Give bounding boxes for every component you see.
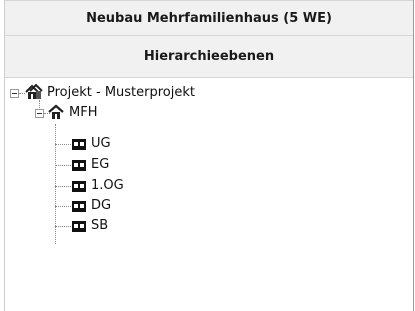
tree-item-floor[interactable]: 1.OG (91, 178, 124, 194)
tree-item-building[interactable]: MFH (69, 105, 97, 121)
tree-connector (55, 206, 71, 207)
panel-title: Neubau Mehrfamilienhaus (5 WE) (5, 0, 413, 36)
floor-icon (72, 139, 86, 150)
tree-item-root[interactable]: Projekt - Musterprojekt (47, 85, 195, 101)
panel-subtitle: Hierarchieebenen (5, 36, 413, 78)
tree-item-floor[interactable]: UG (91, 136, 111, 152)
tree-item-floor[interactable]: DG (91, 198, 111, 214)
tree-item-floor[interactable]: EG (91, 157, 109, 173)
house-icon (48, 104, 64, 119)
building-group-icon (25, 84, 43, 99)
tree-connector (55, 226, 71, 227)
tree-connector (39, 100, 40, 108)
tree-connector (55, 186, 71, 187)
hierarchy-panel: Neubau Mehrfamilienhaus (5 WE) Hierarchi… (4, 0, 414, 311)
tree-connector (55, 144, 71, 145)
floor-icon (72, 221, 86, 232)
floor-icon (72, 181, 86, 192)
tree-connector (55, 165, 71, 166)
hierarchy-tree: Projekt - Musterprojekt MFH UG EG 1.OG D… (5, 79, 413, 311)
floor-icon (72, 160, 86, 171)
collapse-building-toggle[interactable] (35, 109, 44, 118)
tree-item-floor[interactable]: SB (91, 218, 108, 234)
collapse-root-toggle[interactable] (10, 89, 19, 98)
floor-icon (72, 201, 86, 212)
